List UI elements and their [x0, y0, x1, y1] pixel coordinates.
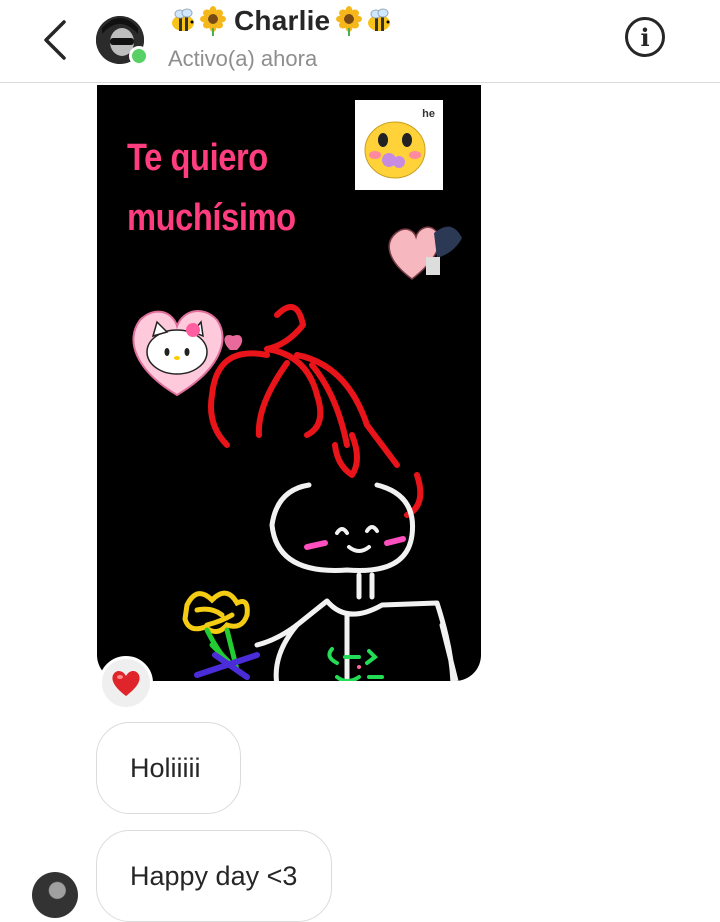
sunflower-emoji-icon — [200, 6, 226, 36]
message-bubble[interactable]: Holiiiii — [96, 722, 241, 814]
blushing-face-icon — [364, 121, 426, 179]
image-text-line1: Te quiero — [127, 137, 268, 179]
message-bubble[interactable]: Happy day <3 — [96, 830, 332, 922]
chat-title[interactable]: Charlie — [168, 2, 394, 40]
sunflower-emoji-icon — [336, 6, 363, 36]
heart-icon — [112, 670, 140, 696]
online-indicator — [129, 46, 149, 66]
heart-sticker-icon — [388, 226, 462, 280]
shared-image-message[interactable]: Te quiero muchísimo he — [97, 85, 481, 681]
message-text: Holiiiii — [130, 752, 201, 783]
emoji-sticker: he — [355, 100, 443, 190]
info-icon: i — [640, 22, 650, 52]
active-status: Activo(a) ahora — [168, 46, 318, 71]
bee-emoji-icon — [172, 8, 194, 31]
back-button[interactable] — [36, 16, 76, 64]
drawn-person-icon — [182, 304, 459, 681]
chat-header: Charlie Activo(a) ahora i — [0, 0, 720, 83]
sender-avatar[interactable] — [32, 872, 78, 918]
image-text-line2: muchísimo — [127, 197, 296, 239]
chevron-left-icon — [44, 20, 66, 60]
message-reaction[interactable] — [99, 656, 153, 710]
contact-name: Charlie — [234, 5, 331, 36]
message-text: Happy day <3 — [130, 861, 298, 891]
info-button[interactable]: i — [625, 17, 665, 57]
bee-emoji-icon — [368, 8, 391, 31]
